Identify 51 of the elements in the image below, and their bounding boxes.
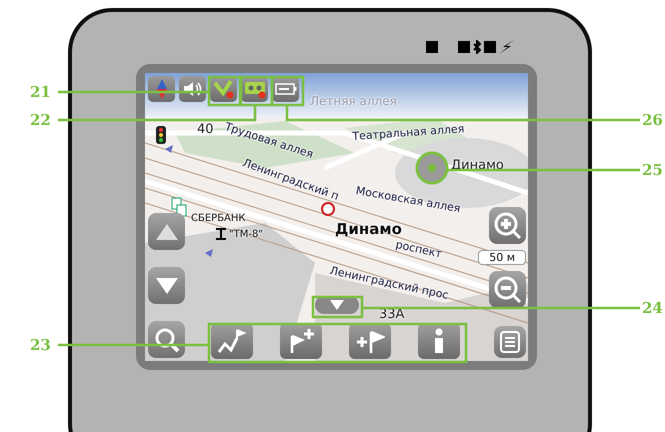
square-icon	[426, 41, 438, 53]
battery-icon	[274, 83, 296, 95]
route-button[interactable]	[211, 323, 253, 359]
callout-number: 26	[642, 110, 663, 130]
bluetooth-icon	[473, 40, 481, 54]
lightning-icon	[499, 40, 515, 54]
info-button[interactable]	[418, 323, 460, 359]
cassette-icon	[244, 79, 266, 99]
add-flag-button[interactable]	[349, 323, 391, 359]
callout-number: 21	[30, 82, 51, 102]
map-label: "ТМ-8"	[229, 229, 263, 240]
zoom-in-button[interactable]	[489, 207, 526, 244]
highlight-frame	[240, 76, 274, 106]
map-label: Летняя аллея	[310, 95, 397, 108]
square-icon	[484, 41, 496, 53]
map-label: СБЕРБАНК	[191, 213, 246, 224]
direction-arrow-icon	[204, 248, 214, 258]
map-label: Динамо	[451, 159, 504, 174]
list-icon	[500, 331, 520, 353]
map-label: роспект	[394, 239, 443, 261]
zoom-out-icon	[494, 276, 522, 304]
square-icon	[458, 41, 470, 53]
callout-number: 23	[30, 335, 51, 355]
callout-number: 24	[642, 298, 663, 318]
highlight-frame	[208, 76, 242, 106]
callout-number: 22	[30, 110, 51, 130]
scale-bar: 50 м	[478, 250, 526, 265]
up-triangle-icon	[154, 222, 178, 240]
map-label: 40	[197, 123, 214, 138]
menu-button[interactable]	[494, 326, 526, 358]
zoom-in-icon	[494, 212, 522, 240]
callout-number: 25	[642, 160, 663, 180]
route-flag-icon	[217, 328, 247, 354]
info-icon	[432, 328, 446, 354]
add-waypoint-button[interactable]	[280, 323, 322, 359]
map-label: 33А	[379, 308, 404, 322]
scroll-down-button[interactable]	[148, 267, 185, 304]
speaker-icon	[182, 80, 202, 98]
map-label: Динамо	[335, 221, 402, 238]
search-icon	[154, 326, 180, 352]
down-triangle-icon	[154, 276, 178, 294]
compass-icon	[154, 79, 168, 99]
direction-arrow-icon	[164, 144, 174, 154]
plus-flag-icon	[355, 328, 385, 354]
highlight-frame	[312, 296, 364, 318]
scroll-up-button[interactable]	[148, 213, 185, 250]
down-triangle-icon	[329, 299, 345, 311]
highlight-frame	[270, 76, 304, 106]
traffic-light-icon	[155, 125, 167, 145]
zoom-out-button[interactable]	[489, 271, 526, 308]
map-label: Театральная аллея	[352, 123, 465, 144]
